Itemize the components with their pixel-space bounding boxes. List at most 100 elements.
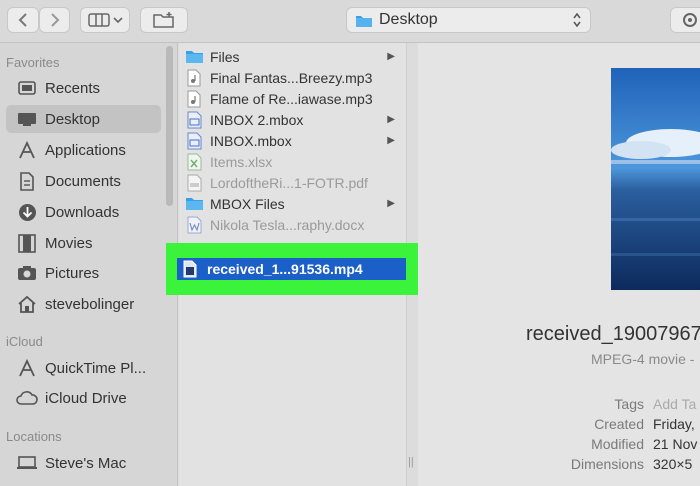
chevron-right-icon bbox=[50, 13, 59, 27]
sidebar-item-label: Applications bbox=[45, 141, 126, 159]
list-item[interactable]: LordoftheRi...1-FOTR.pdf bbox=[184, 172, 400, 193]
folder-icon bbox=[184, 48, 204, 66]
sidebar-item-label: Documents bbox=[45, 172, 121, 190]
file-name: INBOX 2.mbox bbox=[210, 111, 304, 128]
view-options-button[interactable] bbox=[80, 7, 130, 33]
applications-icon bbox=[16, 140, 38, 160]
word-file-icon bbox=[184, 216, 204, 234]
file-name: Final Fantas...Breezy.mp3 bbox=[210, 69, 373, 86]
preview-file-kind: MPEG-4 movie - bbox=[591, 351, 695, 367]
sidebar-item-mac[interactable]: Steve's Mac bbox=[6, 449, 161, 477]
folder-icon bbox=[184, 195, 204, 213]
sidebar: Favorites Recents Desktop Applications D… bbox=[0, 43, 178, 486]
pdf-file-icon bbox=[184, 174, 204, 192]
sidebar-item-home[interactable]: stevebolinger bbox=[6, 290, 161, 318]
file-name: LordoftheRi...1-FOTR.pdf bbox=[210, 174, 368, 191]
mbox-file-icon bbox=[184, 111, 204, 129]
locations-section-title: Locations bbox=[6, 429, 62, 444]
action-button[interactable] bbox=[670, 7, 700, 33]
info-label-dimensions: Dimensions bbox=[570, 456, 644, 472]
file-name: Items.xlsx bbox=[210, 153, 273, 170]
disclosure-arrow-icon: ▶ bbox=[387, 198, 395, 209]
audio-file-icon bbox=[184, 90, 204, 108]
list-item[interactable]: Files ▶ bbox=[184, 46, 400, 67]
camera-icon bbox=[16, 263, 38, 283]
computer-icon bbox=[16, 453, 38, 473]
sidebar-item-icloud-drive[interactable]: iCloud Drive bbox=[6, 384, 161, 412]
preview-file-name: received_190079677 bbox=[526, 323, 700, 345]
cloud-icon bbox=[16, 388, 38, 408]
sidebar-item-downloads[interactable]: Downloads bbox=[6, 198, 161, 226]
sidebar-item-label: Desktop bbox=[45, 110, 101, 128]
toolbar: Desktop bbox=[0, 0, 700, 43]
info-value-dimensions: 320×5 bbox=[653, 456, 693, 472]
sidebar-item-recents[interactable]: Recents bbox=[6, 74, 161, 102]
disclosure-arrow-icon: ▶ bbox=[387, 51, 395, 62]
sidebar-item-label: Recents bbox=[45, 79, 101, 97]
path-popup-button[interactable]: Desktop bbox=[346, 7, 591, 33]
selected-file-row[interactable]: received_1...91536.mp4 bbox=[177, 258, 406, 280]
info-value-modified: 21 Nov bbox=[653, 436, 698, 452]
list-item[interactable]: MBOX Files ▶ bbox=[184, 193, 400, 214]
info-value-created: Friday, bbox=[653, 416, 695, 432]
sidebar-item-label: Movies bbox=[45, 234, 93, 252]
file-name: MBOX Files bbox=[210, 195, 285, 212]
sidebar-item-label: iCloud Drive bbox=[45, 389, 127, 407]
folder-icon bbox=[355, 13, 373, 28]
sidebar-item-applications[interactable]: Applications bbox=[6, 136, 161, 164]
add-tags-field[interactable]: Add Ta bbox=[653, 396, 696, 412]
back-button[interactable] bbox=[7, 7, 39, 33]
excel-file-icon bbox=[184, 153, 204, 171]
location-title: Desktop bbox=[379, 11, 438, 28]
file-name: Nikola Tesla...raphy.docx bbox=[210, 216, 365, 233]
chevron-left-icon bbox=[18, 13, 27, 27]
column-view-icon bbox=[87, 13, 110, 27]
info-label-created: Created bbox=[594, 416, 644, 432]
file-name: Files bbox=[210, 48, 240, 65]
list-item[interactable]: INBOX 2.mbox ▶ bbox=[184, 109, 400, 130]
clock-icon bbox=[16, 78, 38, 98]
sidebar-item-label: Pictures bbox=[45, 264, 100, 282]
disclosure-arrow-icon: ▶ bbox=[387, 114, 395, 125]
download-icon bbox=[16, 202, 38, 222]
forward-button[interactable] bbox=[39, 7, 70, 33]
desktop-icon bbox=[16, 109, 38, 129]
sidebar-item-label: QuickTime Pl... bbox=[45, 359, 147, 377]
video-file-icon bbox=[181, 260, 199, 278]
disclosure-arrow-icon: ▶ bbox=[387, 135, 395, 146]
chevron-down-icon bbox=[112, 17, 123, 24]
mbox-file-icon bbox=[184, 132, 204, 150]
selected-file-name: received_1...91536.mp4 bbox=[207, 261, 363, 277]
updown-chevron-icon bbox=[572, 11, 582, 34]
column-resize-handle[interactable]: || bbox=[408, 456, 414, 468]
list-item[interactable]: Final Fantas...Breezy.mp3 bbox=[184, 67, 400, 88]
document-icon bbox=[16, 171, 38, 191]
info-label-modified: Modified bbox=[591, 436, 644, 452]
sidebar-item-documents[interactable]: Documents bbox=[6, 167, 161, 195]
sidebar-item-desktop[interactable]: Desktop bbox=[6, 105, 161, 133]
file-name: Flame of Re...iawase.mp3 bbox=[210, 90, 373, 107]
list-item[interactable]: Items.xlsx bbox=[184, 151, 400, 172]
film-icon bbox=[16, 233, 38, 253]
sidebar-item-quicktime[interactable]: QuickTime Pl... bbox=[6, 354, 161, 382]
favorites-section-title: Favorites bbox=[6, 55, 60, 70]
sidebar-item-label: Downloads bbox=[45, 203, 120, 221]
preview-pane: received_190079677 MPEG-4 movie - Tags A… bbox=[418, 43, 700, 486]
icloud-section-title: iCloud bbox=[6, 334, 43, 349]
new-folder-button[interactable] bbox=[140, 7, 188, 33]
sidebar-scrollbar[interactable] bbox=[166, 46, 173, 206]
home-icon bbox=[16, 294, 38, 314]
video-thumbnail bbox=[611, 68, 700, 290]
sidebar-item-label: Steve's Mac bbox=[45, 454, 127, 472]
file-name: INBOX.mbox bbox=[210, 132, 292, 149]
sidebar-item-movies[interactable]: Movies bbox=[6, 229, 161, 257]
new-folder-icon bbox=[153, 12, 174, 28]
gear-icon bbox=[683, 13, 697, 27]
sidebar-item-pictures[interactable]: Pictures bbox=[6, 259, 161, 287]
applications-icon bbox=[16, 358, 38, 378]
list-item[interactable]: Nikola Tesla...raphy.docx bbox=[184, 214, 400, 235]
list-item[interactable]: Flame of Re...iawase.mp3 bbox=[184, 88, 400, 109]
audio-file-icon bbox=[184, 69, 204, 87]
list-item[interactable]: INBOX.mbox ▶ bbox=[184, 130, 400, 151]
info-label-tags: Tags bbox=[614, 396, 644, 412]
